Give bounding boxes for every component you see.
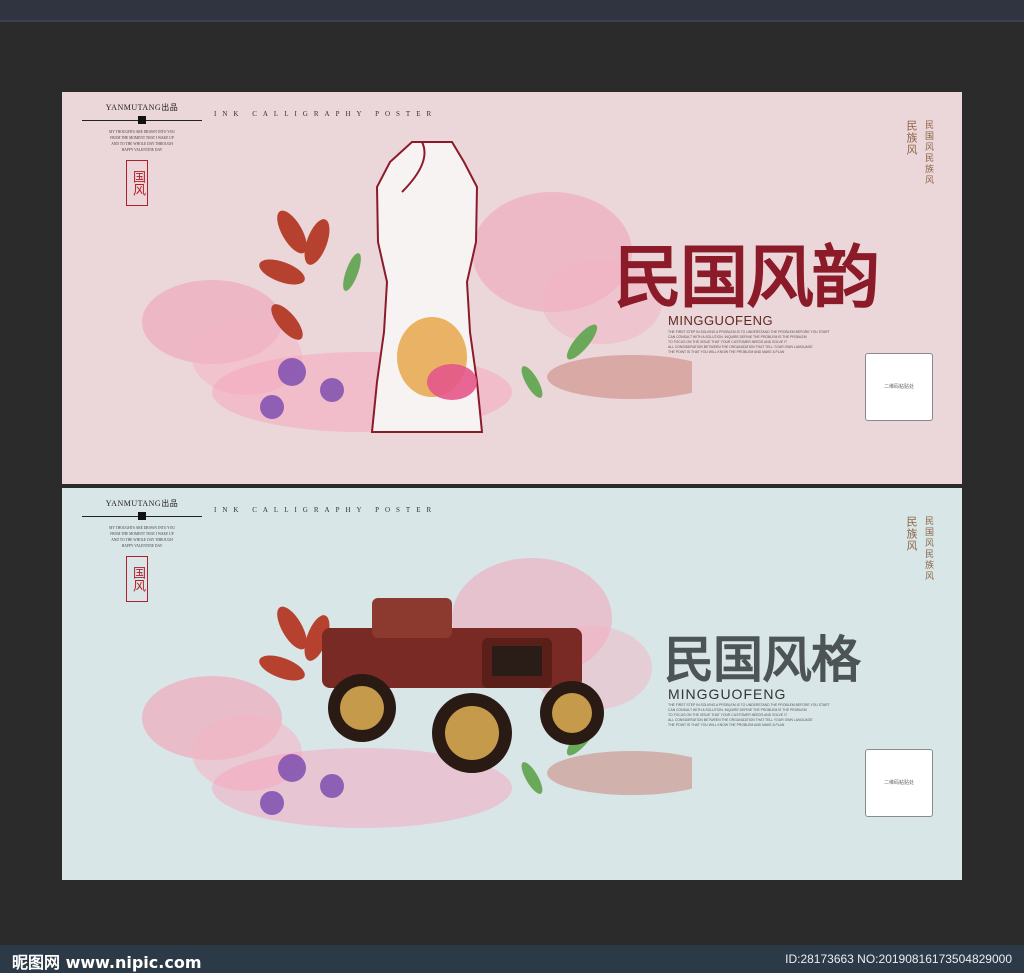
poster-blurb: THE FIRST STEP IN SOLVING A PROBLEM IS T… <box>668 330 830 355</box>
qr-code-placeholder: 二维码粘贴处 <box>865 749 933 817</box>
brand-tagline: MY THOUGHTS ARE DRAWN INTO YOU FROM THE … <box>82 129 202 153</box>
brand-block: YANMUTANG出品 MY THOUGHTS ARE DRAWN INTO Y… <box>82 498 202 549</box>
poster-title-en: MINGGUOFENG <box>668 313 774 328</box>
poster-title-cn: 民国风格 <box>664 630 861 689</box>
brand-divider <box>82 115 202 125</box>
poster-eyebrow: INK CALLIGRAPHY POSTER <box>214 506 438 514</box>
watermark-footer: 昵图网 www.nipic.com ID:28173663 NO:2019081… <box>0 945 1024 973</box>
brand-divider <box>82 511 202 521</box>
poster-car: YANMUTANG出品 MY THOUGHTS ARE DRAWN INTO Y… <box>62 488 962 880</box>
poster-title-cn: 民国风韵 <box>614 238 880 318</box>
brand-name: YANMUTANG出品 <box>105 103 179 112</box>
qr-label: 二维码粘贴处 <box>883 384 914 390</box>
brand-tagline: MY THOUGHTS ARE DRAWN INTO YOU FROM THE … <box>82 525 202 549</box>
brand-line: HAPPY VALENTINE DAY <box>121 544 163 548</box>
vertical-text-b: 民国风民族风 <box>923 516 933 582</box>
qipao-floral-illustration <box>142 141 692 433</box>
guofeng-seal: 国风 <box>126 556 148 602</box>
blurb-line: THE POINT IS THAT YOU WILL KNOW THE PROB… <box>668 723 785 727</box>
vertical-text-b: 民国风民族风 <box>923 120 933 186</box>
poster-blurb: THE FIRST STEP IN SOLVING A PROBLEM IS T… <box>668 703 830 728</box>
brand-line: HAPPY VALENTINE DAY <box>121 148 163 152</box>
image-id-text: ID:28173663 NO:20190816173504829000 <box>785 952 1012 966</box>
brand-name: YANMUTANG出品 <box>105 499 179 508</box>
brand-square-icon <box>138 512 146 520</box>
poster-title-en: MINGGUOFENG <box>668 686 787 702</box>
poster-eyebrow: INK CALLIGRAPHY POSTER <box>214 110 438 118</box>
site-logo[interactable]: 昵图网 www.nipic.com <box>12 949 202 973</box>
top-toolbar <box>0 0 1024 22</box>
blurb-line: THE POINT IS THAT YOU WILL KNOW THE PROB… <box>668 350 785 354</box>
brand-block: YANMUTANG出品 MY THOUGHTS ARE DRAWN INTO Y… <box>82 102 202 153</box>
vertical-text-a: 民族风 <box>905 516 918 552</box>
car-floral-illustration <box>142 558 692 828</box>
vertical-text-a: 民族风 <box>905 120 918 156</box>
qr-code-placeholder: 二维码粘贴处 <box>865 353 933 421</box>
qr-label: 二维码粘贴处 <box>883 780 914 786</box>
brand-square-icon <box>138 116 146 124</box>
guofeng-seal: 国风 <box>126 160 148 206</box>
poster-qipao: YANMUTANG出品 MY THOUGHTS ARE DRAWN INTO Y… <box>62 92 962 484</box>
